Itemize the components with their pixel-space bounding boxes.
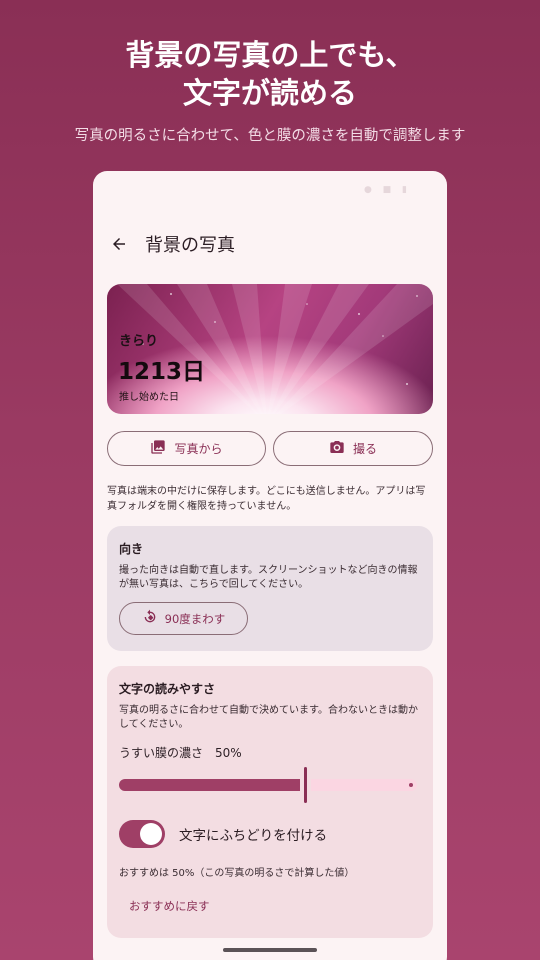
readability-description: 写真の明るさに合わせて自動で決めています。合わないときは動かしてください。 [119, 705, 418, 730]
rotate-icon [142, 609, 158, 628]
status-bar-icons: ● ■ ▮ [363, 185, 411, 195]
readability-section: 文字の読みやすさ 写真の明るさに合わせて自動で決めています。合わないときは動かし… [107, 666, 433, 938]
orientation-description: 撮った向きは自動で直します。スクリーンショットなど向きの情報が無い写真は、こちら… [119, 565, 418, 590]
film-density-slider[interactable] [119, 765, 417, 803]
pick-from-gallery-button[interactable]: 写真から [107, 431, 266, 466]
camera-icon [329, 439, 345, 458]
privacy-note: 写真は端末の中だけに保存します。どこにも送信しません。アプリは写真フォルダを開く… [107, 486, 426, 512]
take-photo-label: 撮る [352, 442, 377, 456]
promo-title-line1: 背景の写真の上でも、 [125, 38, 415, 72]
pick-from-gallery-label: 写真から [174, 442, 223, 456]
promo-subtitle: 写真の明るさに合わせて、色と膜の濃さを自動で調整します [74, 128, 466, 144]
app-bar: 背景の写真 [107, 229, 235, 259]
rotate-90-label: 90度まわす [164, 611, 226, 626]
rotate-90-button[interactable]: 90度まわす [119, 602, 248, 635]
preview-caption: 推し始めた日 [119, 392, 179, 403]
slider-inactive-track [311, 779, 417, 791]
film-density-label: うすい膜の濃さ 50% [119, 746, 242, 760]
slider-thumb[interactable] [304, 767, 307, 803]
orientation-section: 向き 撮った向きは自動で直します。スクリーンショットなど向きの情報が無い写真は、… [107, 526, 433, 651]
home-indicator [223, 948, 317, 952]
recommend-note: おすすめは 50%（この写真の明るさで計算した値） [119, 868, 355, 879]
orientation-title: 向き [119, 542, 144, 556]
readability-title: 文字の読みやすさ [119, 682, 216, 696]
slider-active-track [119, 779, 300, 791]
image-gallery-icon [150, 439, 166, 458]
background-preview-card: きらり 1213日 推し始めた日 [107, 284, 433, 414]
take-photo-button[interactable]: 撮る [273, 431, 433, 466]
page-title: 背景の写真 [145, 235, 235, 256]
reset-to-recommended-button[interactable]: おすすめに戻す [129, 898, 210, 914]
preview-name: きらり [119, 334, 159, 349]
promo-title-line2: 文字が読める [182, 76, 357, 110]
slider-end-stop [409, 783, 413, 787]
toggle-knob [140, 823, 162, 845]
outline-toggle-switch[interactable] [119, 820, 165, 848]
arrow-left-icon[interactable] [107, 232, 131, 256]
outline-toggle-label: 文字にふちどりを付ける [179, 828, 328, 844]
promo-title: 背景の写真の上でも、 文字が読める [0, 36, 540, 112]
outline-toggle-row[interactable]: 文字にふちどりを付ける [119, 820, 327, 848]
phone-screen: ● ■ ▮ 背景の写真 きらり 1213日 推し始めた日 写真から 撮る 写真は… [93, 171, 447, 960]
preview-day-count: 1213日 [118, 359, 206, 385]
